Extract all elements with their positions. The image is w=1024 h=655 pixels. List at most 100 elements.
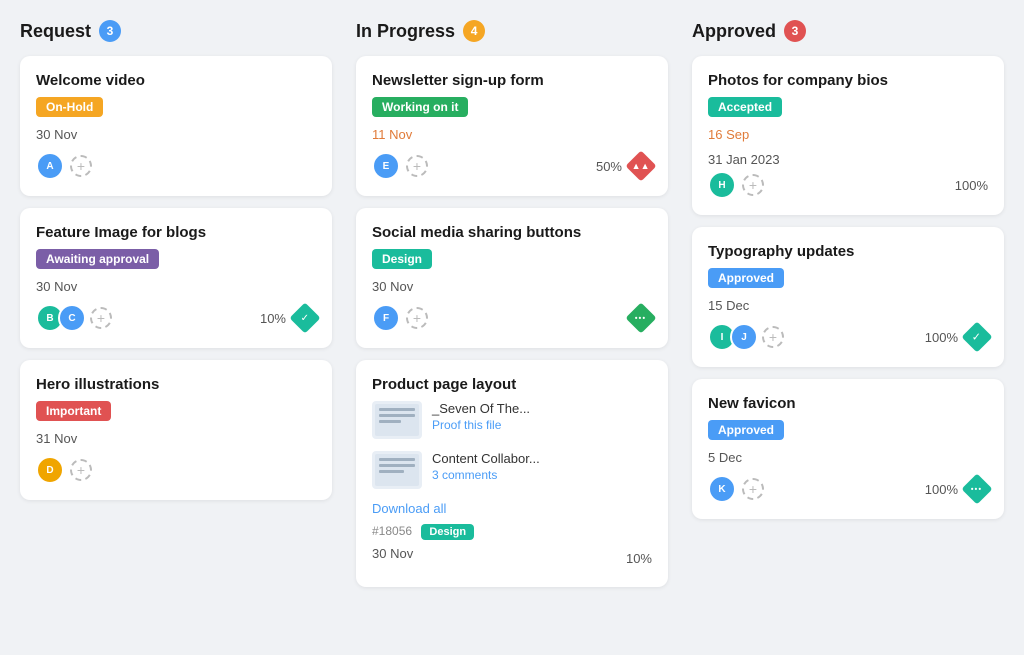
percent: 10% — [260, 311, 286, 326]
card-hero-illustrations: Hero illustrations Important 31 Nov D + — [20, 360, 332, 500]
card-tag: Approved — [708, 268, 784, 288]
column-header-in-progress: In Progress 4 — [356, 20, 668, 42]
column-title-in-progress: In Progress — [356, 21, 455, 42]
avatars-row: I J + — [708, 323, 784, 351]
add-assignee-button[interactable]: + — [70, 155, 92, 177]
card-title: New favicon — [708, 395, 988, 412]
percent: 10% — [626, 551, 652, 566]
column-badge-approved: 3 — [784, 20, 806, 42]
column-badge-in-progress: 4 — [463, 20, 485, 42]
card-title: Welcome video — [36, 72, 316, 89]
card-social-media: Social media sharing buttons Design 30 N… — [356, 208, 668, 348]
kanban-board: Request 3 Welcome video On-Hold 30 Nov A… — [20, 20, 1004, 599]
avatar: E — [372, 152, 400, 180]
card-footer: E + 50% ▲▲ — [372, 152, 652, 180]
card-new-favicon: New favicon Approved 5 Dec K + 100% ••• — [692, 379, 1004, 519]
add-assignee-button[interactable]: + — [762, 326, 784, 348]
file-thumb-inner — [375, 404, 419, 436]
file-info-2: Content Collabor... 3 comments — [432, 451, 540, 484]
dots-icon: ••• — [961, 473, 992, 504]
card-date: 11 Nov — [372, 127, 652, 142]
avatar: J — [730, 323, 758, 351]
up-icon: ▲▲ — [625, 150, 656, 181]
card-footer: D + — [36, 456, 316, 484]
check-icon — [289, 302, 320, 333]
card-tag: Approved — [708, 420, 784, 440]
progress-area: 100% ✓ — [925, 326, 988, 348]
card-date: 30 Nov — [372, 279, 652, 294]
card-photos: Photos for company bios Accepted 16 Sep … — [692, 56, 1004, 215]
card-footer: A + — [36, 152, 316, 180]
avatars-row: E + — [372, 152, 428, 180]
card-tag: Working on it — [372, 97, 468, 117]
card-footer: B C + 10% — [36, 304, 316, 332]
download-all-link[interactable]: Download all — [372, 501, 652, 516]
add-assignee-button[interactable]: + — [70, 459, 92, 481]
card-footer: 30 Nov 10% — [372, 546, 652, 571]
avatar: F — [372, 304, 400, 332]
card-title: Social media sharing buttons — [372, 224, 652, 241]
card-title: Photos for company bios — [708, 72, 988, 89]
card-footer: H + 100% — [708, 171, 988, 199]
column-badge-request: 3 — [99, 20, 121, 42]
column-header-request: Request 3 — [20, 20, 332, 42]
file-thumbnail-2 — [372, 451, 422, 489]
card-typography: Typography updates Approved 15 Dec I J +… — [692, 227, 1004, 367]
file-attachment-2: Content Collabor... 3 comments — [372, 451, 652, 489]
thumb-line — [379, 420, 401, 423]
card-id: #18056 Design — [372, 524, 652, 540]
add-assignee-button[interactable]: + — [742, 478, 764, 500]
avatars-row: K + — [708, 475, 764, 503]
card-tag: On-Hold — [36, 97, 103, 117]
card-date: 30 Nov — [36, 279, 316, 294]
proof-file-link[interactable]: Proof this file — [432, 418, 501, 432]
thumb-line — [379, 408, 415, 411]
thumb-line — [379, 414, 415, 417]
add-assignee-button[interactable]: + — [406, 155, 428, 177]
card-product-page: Product page layout _Seven Of The... Pro… — [356, 360, 668, 587]
card-tag: Awaiting approval — [36, 249, 159, 269]
progress-area: 50% ▲▲ — [596, 155, 652, 177]
avatar: A — [36, 152, 64, 180]
card-title: Hero illustrations — [36, 376, 316, 393]
card-footer: I J + 100% ✓ — [708, 323, 988, 351]
file-thumb-inner — [375, 454, 419, 486]
avatars-row: F + — [372, 304, 428, 332]
file-info-1: _Seven Of The... Proof this file — [432, 401, 530, 434]
card-welcome-video: Welcome video On-Hold 30 Nov A + — [20, 56, 332, 196]
avatar: H — [708, 171, 736, 199]
card-title: Feature Image for blogs — [36, 224, 316, 241]
file-name-2: Content Collabor... — [432, 451, 540, 466]
card-date-secondary: 31 Jan 2023 — [708, 152, 988, 167]
column-request: Request 3 Welcome video On-Hold 30 Nov A… — [20, 20, 332, 599]
card-tag: Design — [372, 249, 432, 269]
avatars-row: D + — [36, 456, 92, 484]
dots-icon: ••• — [625, 302, 656, 333]
add-assignee-button[interactable]: + — [90, 307, 112, 329]
card-title: Product page layout — [372, 376, 652, 393]
thumb-line — [379, 470, 404, 473]
card-date: 15 Dec — [708, 298, 988, 313]
card-feature-image: Feature Image for blogs Awaiting approva… — [20, 208, 332, 348]
check-icon: ✓ — [961, 321, 992, 352]
thumb-line — [379, 458, 415, 461]
card-footer: F + ••• — [372, 304, 652, 332]
column-in-progress: In Progress 4 Newsletter sign-up form Wo… — [356, 20, 668, 599]
add-assignee-button[interactable]: + — [742, 174, 764, 196]
avatar: D — [36, 456, 64, 484]
column-title-request: Request — [20, 21, 91, 42]
file-name-1: _Seven Of The... — [432, 401, 530, 416]
card-title: Newsletter sign-up form — [372, 72, 652, 89]
card-footer: K + 100% ••• — [708, 475, 988, 503]
column-header-approved: Approved 3 — [692, 20, 1004, 42]
progress-area: 10% — [260, 307, 316, 329]
card-date: 30 Nov — [36, 127, 316, 142]
column-title-approved: Approved — [692, 21, 776, 42]
progress-area: 100% ••• — [925, 478, 988, 500]
card-title: Typography updates — [708, 243, 988, 260]
column-approved: Approved 3 Photos for company bios Accep… — [692, 20, 1004, 599]
add-assignee-button[interactable]: + — [406, 307, 428, 329]
thumb-line — [379, 464, 415, 467]
avatar: C — [58, 304, 86, 332]
comments-link[interactable]: 3 comments — [432, 468, 497, 482]
